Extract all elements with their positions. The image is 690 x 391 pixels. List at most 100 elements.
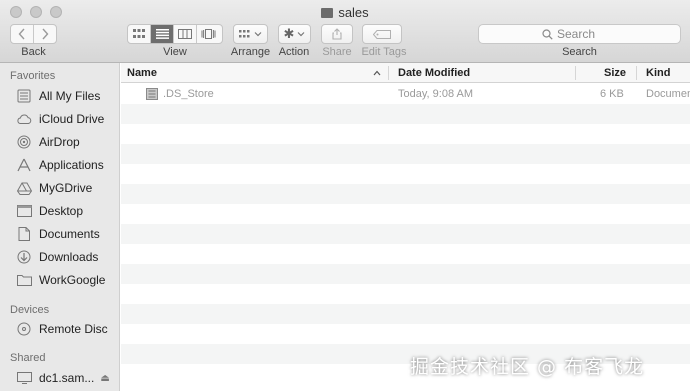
sidebar-item-shared-server[interactable]: dc1.sam... ⏏ bbox=[16, 368, 120, 388]
edit-tags-button[interactable] bbox=[362, 24, 402, 44]
cover-flow-icon bbox=[201, 29, 216, 39]
icon-view-button[interactable] bbox=[128, 25, 151, 43]
empty-row bbox=[121, 104, 690, 124]
google-drive-icon bbox=[16, 180, 32, 196]
sidebar-item-label: iCloud Drive bbox=[39, 112, 105, 126]
search-field[interactable] bbox=[478, 24, 681, 44]
sidebar-item-mygdrive[interactable]: MyGDrive bbox=[16, 178, 120, 198]
column-header-kind[interactable]: Kind bbox=[646, 67, 670, 79]
folder-icon bbox=[16, 272, 32, 288]
empty-row bbox=[121, 304, 690, 324]
favorites-header: Favorites bbox=[10, 70, 56, 82]
sidebar-item-label: WorkGoogle bbox=[39, 273, 106, 287]
empty-row bbox=[121, 264, 690, 284]
devices-header: Devices bbox=[10, 304, 50, 316]
action-label: Action bbox=[278, 46, 310, 58]
file-name: .DS_Store bbox=[163, 88, 214, 100]
search-icon bbox=[542, 28, 553, 40]
desktop-icon bbox=[16, 203, 32, 219]
view-control bbox=[127, 24, 223, 44]
chevron-down-icon bbox=[298, 32, 305, 37]
share-icon bbox=[332, 28, 342, 40]
column-header-row: Name Date Modified Size Kind bbox=[121, 63, 690, 83]
disc-icon bbox=[16, 321, 32, 337]
file-kind: Documen bbox=[646, 88, 690, 100]
sidebar-item-label: Documents bbox=[39, 227, 100, 241]
empty-row bbox=[121, 124, 690, 144]
sidebar-item-all-my-files[interactable]: All My Files bbox=[16, 86, 120, 106]
chevron-left-icon bbox=[18, 28, 25, 40]
search-label: Search bbox=[562, 46, 597, 58]
gear-icon: ✱ bbox=[283, 26, 295, 41]
file-date-modified: Today, 9:08 AM bbox=[398, 88, 474, 100]
tag-icon bbox=[373, 29, 391, 39]
empty-row bbox=[121, 164, 690, 184]
back-button[interactable] bbox=[11, 25, 34, 43]
folder-icon bbox=[321, 8, 334, 18]
empty-row bbox=[121, 224, 690, 244]
share-button[interactable] bbox=[321, 24, 353, 44]
sidebar-item-applications[interactable]: Applications bbox=[16, 155, 120, 175]
empty-row bbox=[121, 244, 690, 264]
arrange-label: Arrange bbox=[230, 46, 271, 58]
airdrop-icon bbox=[16, 134, 32, 150]
columns-icon bbox=[178, 29, 192, 39]
server-icon bbox=[16, 370, 32, 386]
documents-icon bbox=[16, 226, 32, 242]
search-input[interactable] bbox=[557, 27, 617, 41]
column-view-button[interactable] bbox=[174, 25, 197, 43]
sort-ascending-icon bbox=[373, 70, 381, 76]
arrange-button[interactable] bbox=[233, 24, 268, 44]
column-header-date-modified[interactable]: Date Modified bbox=[398, 67, 470, 79]
back-forward-control bbox=[10, 24, 57, 44]
eject-icon[interactable]: ⏏ bbox=[100, 373, 109, 384]
column-divider bbox=[388, 66, 389, 80]
empty-row bbox=[121, 144, 690, 164]
file-row[interactable]: .DS_Store Today, 9:08 AM 6 KB Documen bbox=[121, 84, 690, 104]
chevron-down-icon bbox=[254, 32, 262, 37]
column-divider bbox=[636, 66, 637, 80]
sidebar-item-icloud-drive[interactable]: iCloud Drive bbox=[16, 109, 120, 129]
edit-tags-label: Edit Tags bbox=[361, 46, 407, 58]
column-divider bbox=[575, 66, 576, 80]
empty-row bbox=[121, 204, 690, 224]
file-size: 6 KB bbox=[600, 88, 624, 100]
sidebar-item-workgoogle[interactable]: WorkGoogle bbox=[16, 270, 120, 290]
all-files-icon bbox=[16, 88, 32, 104]
sidebar: Favorites All My Files iCloud Drive AirD… bbox=[0, 63, 120, 391]
view-label: View bbox=[163, 46, 187, 58]
icon-grid-icon bbox=[133, 29, 145, 38]
finder-window: sales Back View Arrange ✱ Action Share E… bbox=[0, 0, 690, 391]
watermark: 掘金技术社区 @ 布客飞龙 bbox=[410, 356, 645, 378]
window-title: sales bbox=[0, 5, 690, 20]
share-label: Share bbox=[322, 46, 352, 58]
sidebar-item-label: MyGDrive bbox=[39, 181, 93, 195]
column-header-size[interactable]: Size bbox=[604, 67, 626, 79]
file-icon bbox=[146, 88, 158, 100]
forward-button[interactable] bbox=[34, 25, 56, 43]
sidebar-item-label: Applications bbox=[39, 158, 104, 172]
sidebar-item-desktop[interactable]: Desktop bbox=[16, 201, 120, 221]
arrange-grid-icon bbox=[239, 29, 250, 37]
sidebar-item-label: Desktop bbox=[39, 204, 84, 218]
sidebar-item-remote-disc[interactable]: Remote Disc bbox=[16, 319, 120, 339]
column-header-name[interactable]: Name bbox=[127, 67, 157, 79]
list-view-button[interactable] bbox=[151, 25, 174, 43]
empty-row bbox=[121, 284, 690, 304]
cloud-icon bbox=[16, 111, 32, 127]
sidebar-item-label: All My Files bbox=[39, 89, 101, 103]
sidebar-item-label: dc1.sam... bbox=[39, 371, 95, 385]
shared-header: Shared bbox=[10, 352, 46, 364]
empty-row bbox=[121, 184, 690, 204]
action-button[interactable]: ✱ bbox=[278, 24, 311, 44]
cover-flow-view-button[interactable] bbox=[197, 25, 220, 43]
sidebar-item-documents[interactable]: Documents bbox=[16, 224, 120, 244]
sidebar-item-downloads[interactable]: Downloads bbox=[16, 247, 120, 267]
applications-icon bbox=[16, 157, 32, 173]
back-label: Back bbox=[21, 46, 46, 58]
toolbar: sales Back View Arrange ✱ Action Share E… bbox=[0, 0, 690, 63]
sidebar-item-label: Remote Disc bbox=[39, 322, 108, 336]
window-title-text: sales bbox=[338, 5, 369, 20]
list-icon bbox=[155, 29, 169, 39]
sidebar-item-airdrop[interactable]: AirDrop bbox=[16, 132, 120, 152]
